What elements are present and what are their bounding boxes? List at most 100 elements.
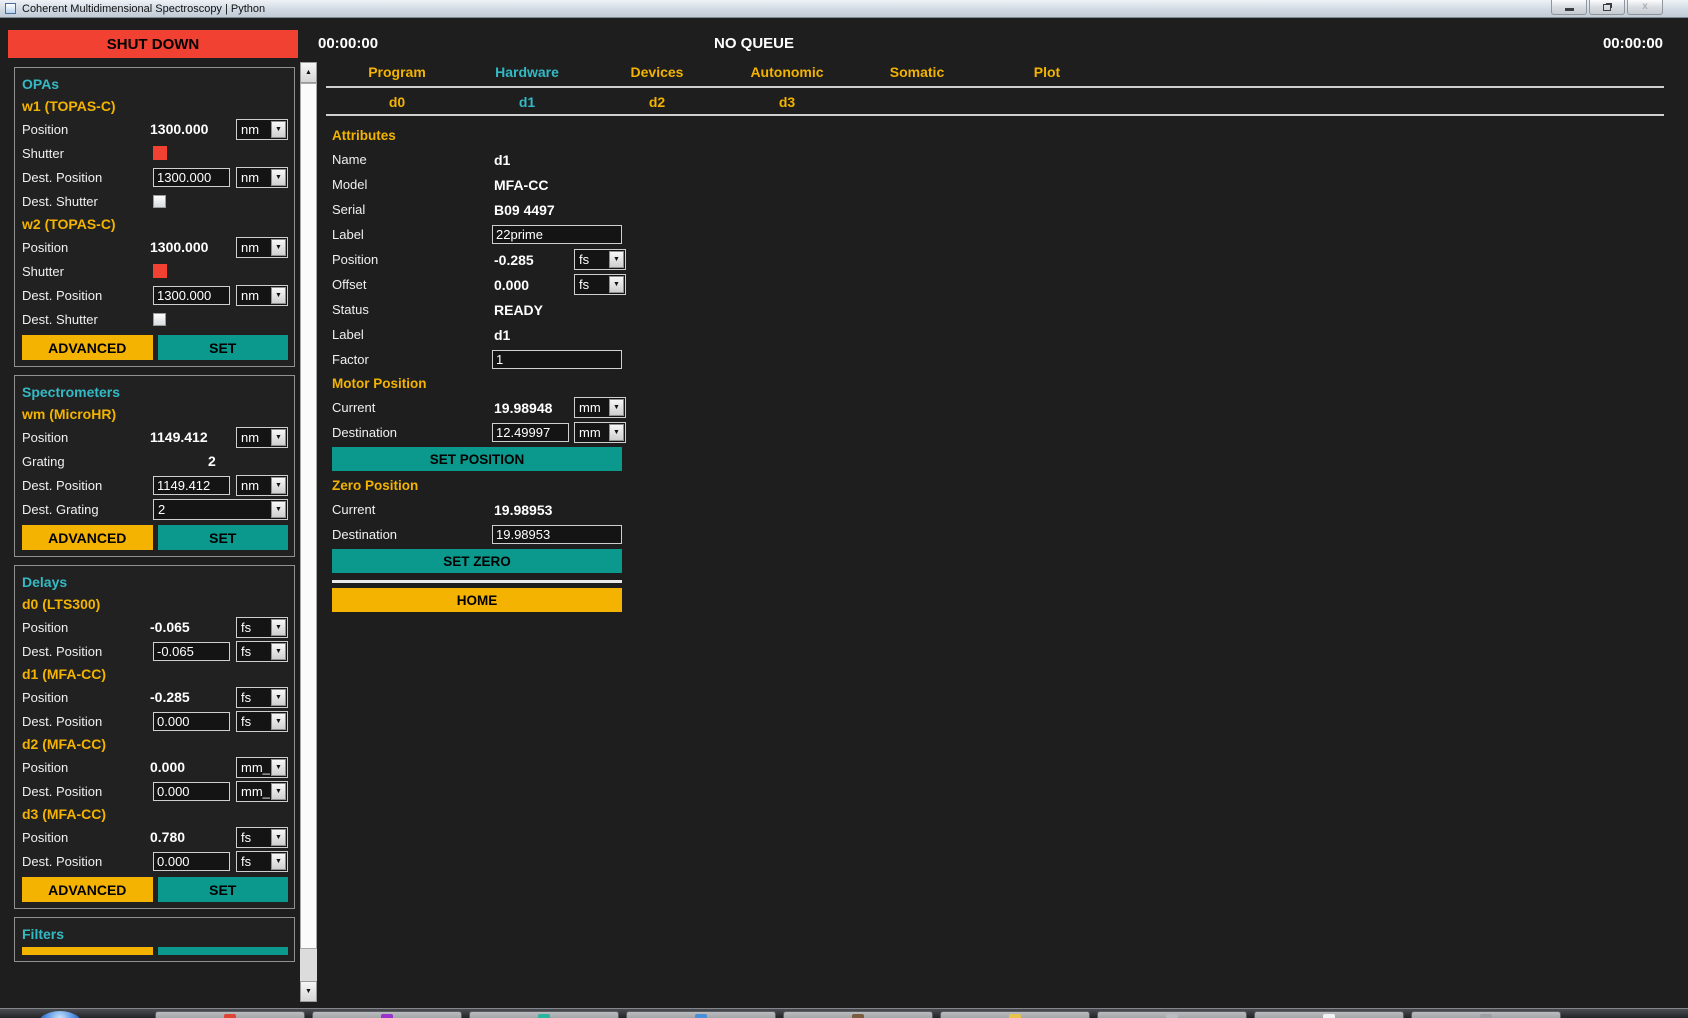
unit-value: nm [237,430,270,445]
row-label: Label [332,222,626,247]
taskbar-button[interactable] [1254,1011,1404,1018]
tab-plot[interactable]: Plot [982,64,1112,80]
advanced-button[interactable]: ADVANCED [22,877,153,902]
unit-select[interactable]: nm▼ [236,427,288,448]
subtab-d2[interactable]: d2 [592,94,722,110]
taskbar-button[interactable] [312,1011,462,1018]
checkbox[interactable] [153,313,166,326]
dropdown-arrow-icon[interactable]: ▼ [271,287,286,304]
advanced-button[interactable]: ADVANCED [22,335,153,360]
unit-select[interactable]: mm_▼ [236,781,288,802]
unit-select[interactable]: nm▼ [236,167,288,188]
unit-select[interactable]: nm▼ [236,475,288,496]
unit-select[interactable]: fs▼ [236,617,288,638]
shut-down-button[interactable]: SHUT DOWN [8,30,298,58]
field-input[interactable] [153,168,230,187]
taskbar-button[interactable] [940,1011,1090,1018]
dropdown-arrow-icon[interactable]: ▼ [271,643,286,660]
dropdown-arrow-icon[interactable]: ▼ [271,829,286,846]
set-button[interactable]: SET [158,335,289,360]
field-label: Current [332,502,492,517]
unit-value: nm [237,478,270,493]
dropdown-arrow-icon[interactable]: ▼ [271,501,286,518]
taskbar-button[interactable] [469,1011,619,1018]
dropdown-arrow-icon[interactable]: ▼ [271,121,286,138]
tab-devices[interactable]: Devices [592,64,722,80]
maximize-button[interactable] [1589,0,1625,15]
tab-autonomic[interactable]: Autonomic [722,64,852,80]
tab-hardware[interactable]: Hardware [462,64,592,80]
field-input[interactable] [492,225,622,244]
unit-select[interactable]: fs▼ [236,641,288,662]
field-input[interactable] [492,423,569,442]
taskbar-button[interactable] [1411,1011,1561,1018]
dropdown-arrow-icon[interactable]: ▼ [271,689,286,706]
home-button[interactable]: HOME [332,588,622,612]
subtab-d1[interactable]: d1 [462,94,592,110]
unit-select[interactable]: mm▼ [574,397,626,418]
unit-select[interactable]: nm▼ [236,285,288,306]
unit-select[interactable]: fs▼ [236,687,288,708]
scroll-down-icon[interactable]: ▼ [300,981,317,1002]
dropdown-arrow-icon[interactable]: ▼ [271,619,286,636]
dropdown-arrow-icon[interactable]: ▼ [271,239,286,256]
grating-select[interactable]: 2▼ [153,499,288,520]
checkbox[interactable] [153,195,166,208]
set-position-button[interactable]: SET POSITION [332,447,622,471]
field-input[interactable] [153,712,230,731]
start-orb-icon[interactable] [38,1011,82,1018]
taskbar-button[interactable] [1097,1011,1247,1018]
unit-select[interactable]: fs▼ [236,711,288,732]
advanced-button[interactable] [22,947,153,955]
subtab-d0[interactable]: d0 [332,94,462,110]
unit-select[interactable]: fs▼ [236,827,288,848]
field-input[interactable] [153,286,230,305]
unit-select[interactable]: nm▼ [236,119,288,140]
field-input[interactable] [153,782,230,801]
taskbar-button[interactable] [626,1011,776,1018]
dropdown-arrow-icon[interactable]: ▼ [271,713,286,730]
dropdown-arrow-icon[interactable]: ▼ [609,276,624,293]
window-title: Coherent Multidimensional Spectroscopy |… [22,3,265,15]
unit-select[interactable]: mm_▼ [236,757,288,778]
dropdown-arrow-icon[interactable]: ▼ [271,853,286,870]
unit-select[interactable]: nm▼ [236,237,288,258]
field-label: Factor [332,352,492,367]
unit-select[interactable]: fs▼ [236,851,288,872]
scrollbar-thumb[interactable] [300,83,317,949]
unit-select[interactable]: fs▼ [574,249,626,270]
set-zero-button[interactable]: SET ZERO [332,549,622,573]
set-button[interactable]: SET [158,525,289,550]
field-input[interactable] [153,642,230,661]
row-dest-shutter: Dest. Shutter [22,189,288,213]
dropdown-arrow-icon[interactable]: ▼ [271,477,286,494]
unit-value: fs [575,277,608,292]
dropdown-arrow-icon[interactable]: ▼ [271,783,286,800]
dropdown-arrow-icon[interactable]: ▼ [609,399,624,416]
dropdown-arrow-icon[interactable]: ▼ [271,759,286,776]
field-label: Dest. Position [22,288,153,303]
field-input[interactable] [492,525,622,544]
dropdown-arrow-icon[interactable]: ▼ [609,251,624,268]
field-input[interactable] [492,350,622,369]
minimize-button[interactable] [1551,0,1587,15]
tab-program[interactable]: Program [332,64,462,80]
dropdown-arrow-icon[interactable]: ▼ [271,429,286,446]
field-label: Dest. Position [22,854,153,869]
unit-select[interactable]: mm▼ [574,422,626,443]
dropdown-arrow-icon[interactable]: ▼ [271,169,286,186]
field-input[interactable] [153,476,230,495]
dropdown-arrow-icon[interactable]: ▼ [609,424,624,441]
taskbar-button[interactable] [155,1011,305,1018]
set-button[interactable] [158,947,289,955]
tab-somatic[interactable]: Somatic [852,64,982,80]
sidebar-scrollbar[interactable]: ▲ ▼ [300,62,317,1002]
scroll-up-icon[interactable]: ▲ [300,62,317,83]
taskbar-button[interactable] [783,1011,933,1018]
unit-select[interactable]: fs▼ [574,274,626,295]
field-input[interactable] [153,852,230,871]
set-button[interactable]: SET [158,877,289,902]
advanced-button[interactable]: ADVANCED [22,525,153,550]
close-button[interactable]: x [1627,0,1663,15]
subtab-d3[interactable]: d3 [722,94,852,110]
